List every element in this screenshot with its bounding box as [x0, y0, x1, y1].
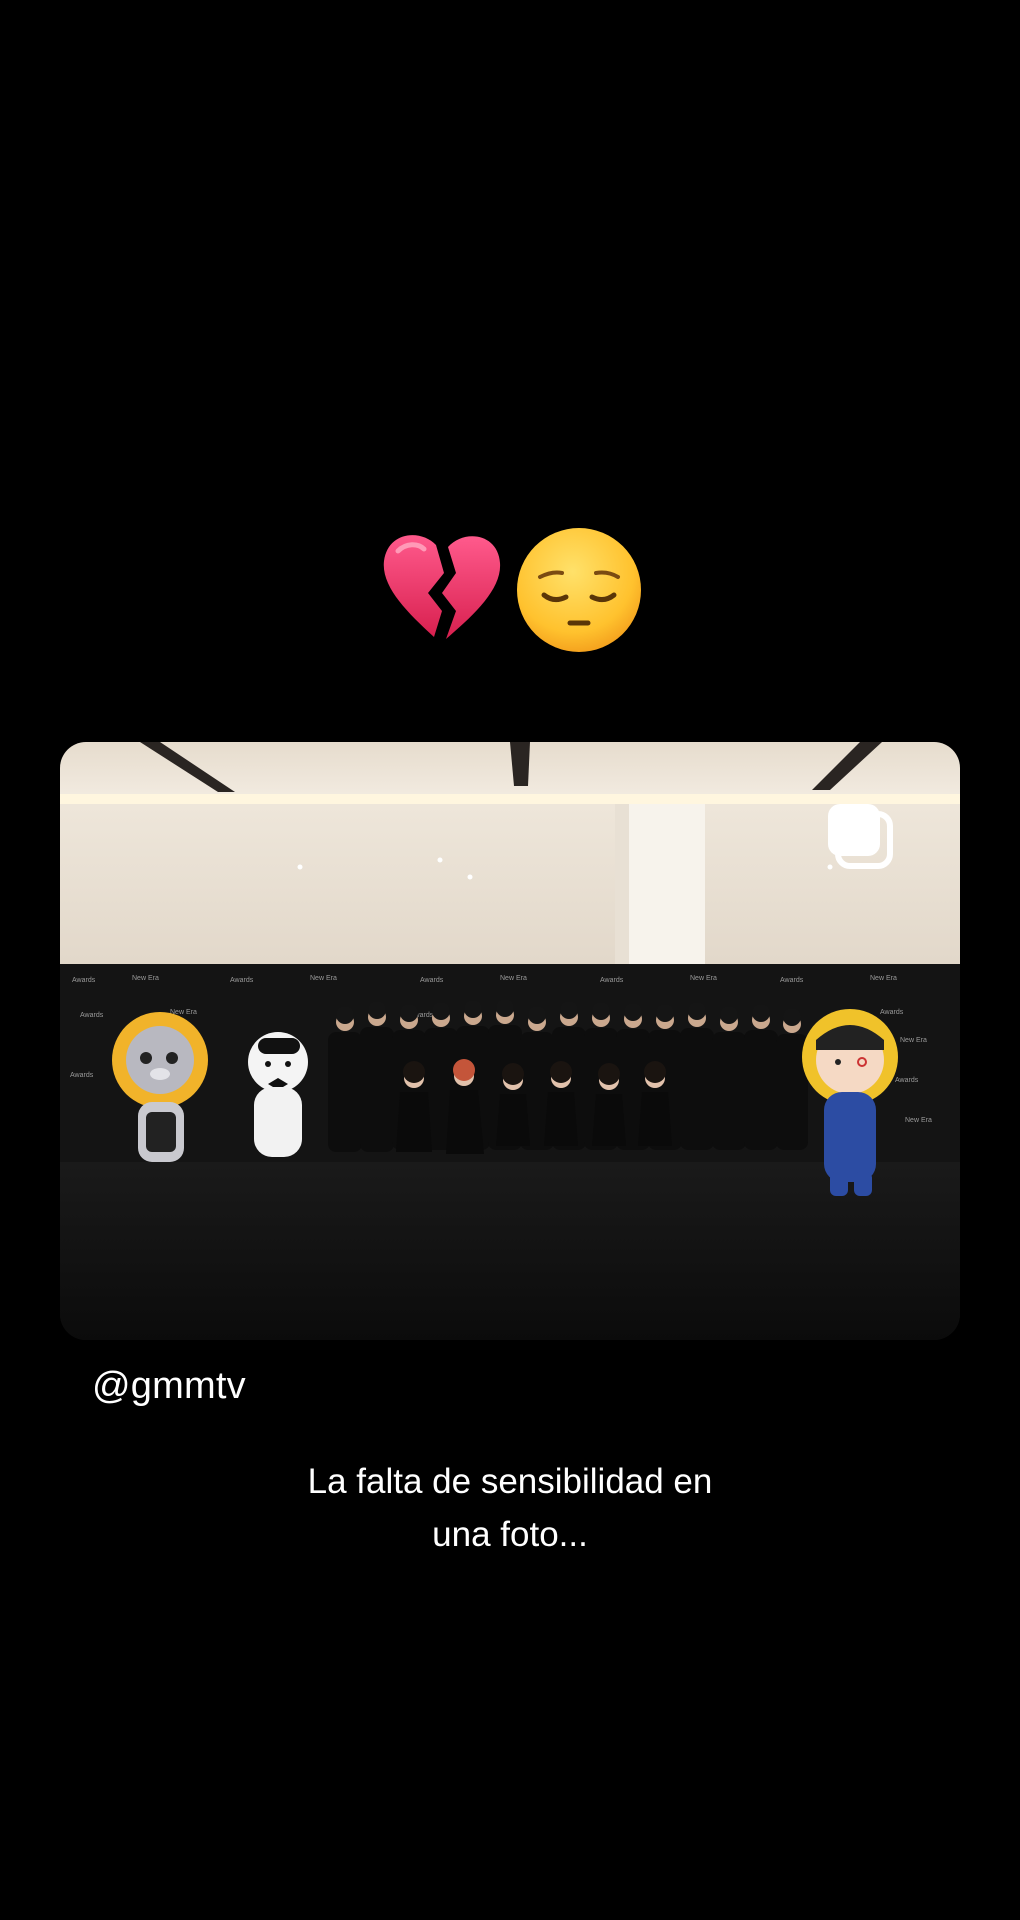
svg-text:Awards: Awards — [600, 977, 624, 984]
svg-text:New Era: New Era — [132, 975, 159, 982]
multiple-images-icon[interactable] — [824, 800, 898, 874]
post-image[interactable]: Awards New Era Awards New Era Awards New Era… — [60, 742, 960, 1340]
svg-text:Awards: Awards — [895, 1077, 919, 1084]
emoji-row — [0, 520, 1020, 660]
svg-text:Awards: Awards — [420, 977, 444, 984]
caption-line-2: una foto... — [432, 1515, 588, 1554]
svg-text:Awards: Awards — [780, 977, 804, 984]
svg-text:New Era: New Era — [900, 1037, 927, 1044]
svg-text:New Era: New Era — [905, 1117, 932, 1124]
post-caption: La falta de sensibilidad en una foto... — [0, 1455, 1020, 1561]
svg-text:Awards: Awards — [880, 1009, 904, 1016]
pensive-face-icon — [517, 528, 641, 652]
svg-text:New Era: New Era — [500, 975, 527, 982]
caption-line-1: La falta de sensibilidad en — [307, 1462, 713, 1501]
svg-text:New Era: New Era — [870, 975, 897, 982]
svg-text:Awards: Awards — [80, 1012, 104, 1019]
svg-text:New Era: New Era — [690, 975, 717, 982]
svg-text:New Era: New Era — [310, 975, 337, 982]
svg-text:Awards: Awards — [72, 977, 96, 984]
account-handle[interactable]: @gmmtv — [92, 1365, 246, 1408]
broken-heart-icon — [383, 535, 501, 639]
svg-text:Awards: Awards — [230, 977, 254, 984]
svg-text:Awards: Awards — [70, 1072, 94, 1079]
